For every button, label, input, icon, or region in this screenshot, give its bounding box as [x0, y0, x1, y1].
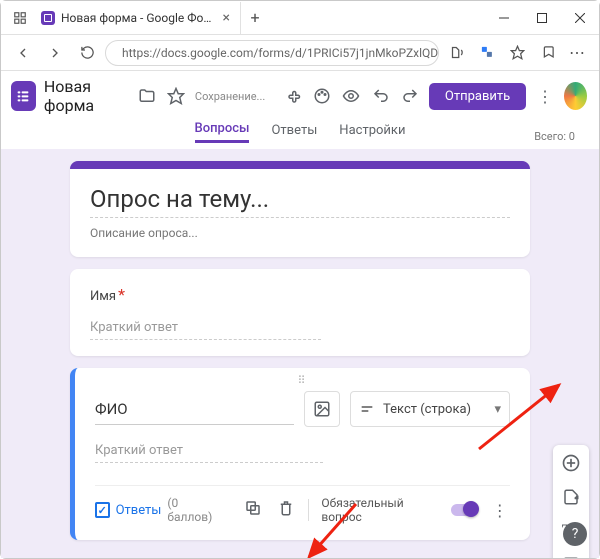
- maximize-icon[interactable]: [523, 1, 561, 35]
- required-label: Обязательный вопрос: [321, 496, 439, 524]
- preview-icon[interactable]: [340, 83, 362, 109]
- question1-label: Имя: [90, 289, 116, 304]
- check-icon: ✓: [95, 502, 110, 518]
- form-description-input[interactable]: [90, 226, 510, 240]
- redo-icon[interactable]: [399, 83, 421, 109]
- add-image-icon[interactable]: [559, 553, 583, 558]
- tab-settings[interactable]: Настройки: [339, 123, 405, 142]
- question1-answer-placeholder: Краткий ответ: [90, 314, 321, 340]
- doc-tabs: Вопросы Ответы Настройки Всего: 0: [11, 121, 589, 149]
- close-window-icon[interactable]: [561, 1, 599, 35]
- title-card[interactable]: [70, 161, 530, 257]
- form-canvas: Имя* Краткий ответ ⠿ Текст (строка) ▾ Кр…: [1, 149, 599, 558]
- undo-icon[interactable]: [370, 83, 392, 109]
- account-avatar[interactable]: [564, 82, 587, 110]
- palette-icon[interactable]: [311, 83, 333, 109]
- reload-icon[interactable]: [73, 39, 101, 67]
- question-type-label: Текст (строка): [383, 402, 471, 417]
- points-label: (0 баллов): [167, 496, 219, 524]
- addons-icon[interactable]: [281, 83, 303, 109]
- tab-title: Новая форма - Google Формы: [61, 11, 217, 25]
- add-image-button[interactable]: [304, 391, 340, 427]
- folder-icon[interactable]: [136, 83, 158, 109]
- import-questions-icon[interactable]: [559, 485, 583, 509]
- question-type-dropdown[interactable]: Текст (строка) ▾: [350, 391, 510, 427]
- short-text-icon: [359, 401, 375, 417]
- read-aloud-icon[interactable]: [443, 39, 471, 67]
- translate-icon[interactable]: [473, 39, 501, 67]
- tab-overview-icon[interactable]: [9, 11, 31, 25]
- document-title[interactable]: Новая форма: [44, 77, 128, 115]
- delete-icon[interactable]: [276, 499, 297, 521]
- question2-title-input[interactable]: [95, 394, 294, 425]
- question2-answer-placeholder: Краткий ответ: [95, 437, 323, 463]
- drag-handle-icon[interactable]: ⠿: [95, 374, 510, 387]
- form-title-input[interactable]: [90, 185, 510, 218]
- send-button[interactable]: Отправить: [429, 83, 526, 110]
- url-field[interactable]: https://docs.google.com/forms/d/1PRICi57…: [105, 40, 439, 66]
- favorite-icon[interactable]: [503, 39, 531, 67]
- collections-icon[interactable]: [533, 39, 561, 67]
- browser-tab[interactable]: Новая форма - Google Формы ×: [31, 2, 241, 34]
- close-tab-icon[interactable]: ×: [223, 11, 230, 25]
- browser-menu-icon[interactable]: ⋯: [563, 39, 591, 67]
- required-star-icon: *: [118, 285, 125, 304]
- minimize-icon[interactable]: [485, 1, 523, 35]
- forms-logo-icon[interactable]: [11, 81, 36, 111]
- back-icon[interactable]: [9, 39, 37, 67]
- tab-questions[interactable]: Вопросы: [195, 121, 250, 143]
- tab-answers[interactable]: Ответы: [271, 123, 317, 142]
- required-toggle[interactable]: [451, 504, 477, 516]
- help-button[interactable]: ?: [563, 522, 587, 546]
- forms-app: Новая форма Сохранение... Отправить ⋮ Во…: [1, 71, 599, 558]
- forward-icon[interactable]: [41, 39, 69, 67]
- url-text: https://docs.google.com/forms/d/1PRICi57…: [122, 46, 439, 60]
- question-card-2[interactable]: ⠿ Текст (строка) ▾ Краткий ответ ✓ Ответ…: [70, 368, 530, 540]
- separator: [308, 499, 309, 521]
- new-tab-button[interactable]: +: [241, 8, 269, 27]
- forms-favicon: [41, 11, 55, 25]
- add-question-icon[interactable]: [559, 451, 583, 475]
- saving-status: Сохранение...: [195, 90, 265, 103]
- star-icon[interactable]: [165, 83, 187, 109]
- question-card-1[interactable]: Имя* Краткий ответ: [70, 269, 530, 356]
- chevron-down-icon: ▾: [494, 402, 501, 417]
- duplicate-icon[interactable]: [243, 499, 264, 521]
- window-titlebar: Новая форма - Google Формы × +: [1, 1, 599, 35]
- total-points: Всего: 0: [534, 130, 575, 143]
- more-menu-icon[interactable]: ⋮: [534, 87, 556, 106]
- answer-key-link[interactable]: ✓ Ответы (0 баллов): [95, 496, 219, 524]
- address-bar: https://docs.google.com/forms/d/1PRICi57…: [1, 35, 599, 71]
- question-footer: ✓ Ответы (0 баллов) Обязательный вопрос …: [95, 485, 510, 524]
- question-more-icon[interactable]: ⋮: [489, 501, 510, 520]
- answer-key-label: Ответы: [116, 503, 162, 518]
- window-controls: [485, 1, 599, 35]
- app-header: Новая форма Сохранение... Отправить ⋮ Во…: [1, 71, 599, 149]
